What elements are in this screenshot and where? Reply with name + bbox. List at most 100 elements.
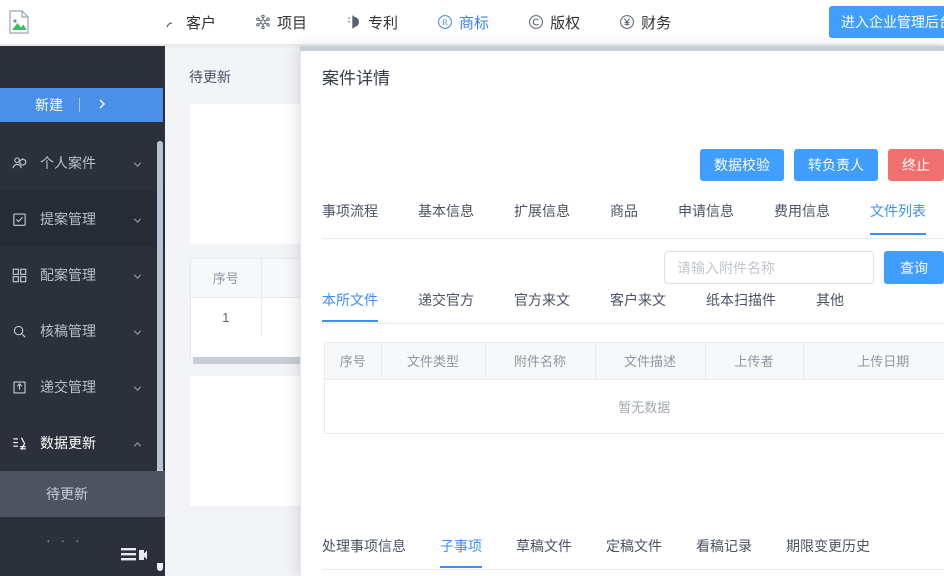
sidebar-item-label: 数据更新 (40, 435, 96, 451)
nav-item-finance[interactable]: 财务 (618, 12, 671, 33)
submit-icon (8, 378, 30, 396)
empty-data-text: 暂无数据 (618, 399, 671, 415)
video-playlist-icon[interactable] (121, 546, 147, 564)
filetab-submitted-official[interactable]: 递交官方 (418, 290, 474, 321)
tab-fee-info[interactable]: 费用信息 (774, 201, 830, 234)
modal-top-handle (300, 46, 944, 51)
column-header: 文件类型 (381, 343, 486, 380)
sidebar-item-label: 递交管理 (40, 379, 96, 395)
chevron-down-icon (132, 213, 143, 224)
sidebar-item-personal-case[interactable]: 个人案件 (0, 135, 165, 191)
modal-tab-bar: 事项流程 基本信息 扩展信息 商品 申请信息 费用信息 文件列表 (322, 201, 944, 239)
nav-item-label: 客户 (186, 14, 217, 32)
search-query-button[interactable]: 查询 (884, 251, 944, 284)
trademark-icon: R (436, 14, 453, 31)
new-button-separator (79, 98, 80, 112)
nav-item-trademark[interactable]: R 商标 (436, 12, 489, 33)
column-header: 序号 (325, 343, 382, 380)
new-button[interactable]: 新建 (0, 88, 163, 122)
sidebar: 新建 个人案件 提案管理 配案管理 核稿管理 递交管理 数据更新 待更新 · ·… (0, 46, 165, 576)
chevron-up-icon (132, 437, 143, 448)
chevron-right-icon (96, 98, 108, 112)
column-header: 上传日期 (803, 343, 944, 380)
enter-admin-console-button[interactable]: 进入企业管理后台 (829, 6, 944, 38)
sidebar-item-label: 配案管理 (40, 267, 96, 283)
new-button-label: 新建 (35, 97, 63, 113)
assign-case-icon (8, 266, 30, 284)
sidebar-subitem-pending-update[interactable]: 待更新 (0, 471, 165, 517)
table-cell: 1 (191, 297, 262, 337)
column-header: 附件名称 (485, 343, 596, 380)
proposal-icon (8, 210, 30, 228)
btab-sub-matters[interactable]: 子事项 (440, 536, 482, 568)
tab-application-info[interactable]: 申请信息 (678, 201, 734, 234)
transfer-owner-button[interactable]: 转负责人 (794, 149, 878, 181)
sidebar-subitem-label: · · · (46, 532, 83, 548)
sidebar-item-label: 个人案件 (40, 155, 96, 171)
background-page-title: 待更新 (189, 69, 231, 85)
modal-title: 案件详情 (322, 69, 390, 88)
nav-item-copyright[interactable]: 版权 (527, 12, 580, 33)
filetab-paper-scans[interactable]: 纸本扫描件 (706, 290, 776, 321)
sidebar-item-assign-case-management[interactable]: 配案管理 (0, 247, 165, 303)
nav-item-label: 财务 (641, 14, 672, 32)
data-update-icon (8, 434, 30, 452)
review-draft-icon (8, 322, 30, 340)
patent-icon (345, 14, 362, 31)
chevron-down-icon (132, 325, 143, 336)
sidebar-item-proposal-management[interactable]: 提案管理 (0, 191, 165, 247)
btab-process-matter-info[interactable]: 处理事项信息 (322, 536, 406, 567)
filetab-official-incoming[interactable]: 官方来文 (514, 290, 570, 321)
sidebar-item-data-update[interactable]: 数据更新 (0, 415, 165, 471)
column-header: 文件描述 (595, 343, 706, 380)
filetab-our-office-files[interactable]: 本所文件 (322, 290, 378, 322)
tab-goods[interactable]: 商品 (610, 201, 638, 234)
person-case-icon (8, 154, 30, 172)
filetab-other[interactable]: 其他 (816, 290, 844, 321)
top-navigation-bar: 客户 项目 专利 R 商标 版权 财务 进入企业管理后台 (0, 0, 944, 44)
terminate-button[interactable]: 终止 (888, 149, 944, 181)
svg-text:R: R (442, 18, 448, 27)
tab-extended-info[interactable]: 扩展信息 (514, 201, 570, 234)
nav-item-label: 项目 (277, 14, 308, 32)
btab-deadline-change-history[interactable]: 期限变更历史 (786, 536, 870, 567)
btab-final-files[interactable]: 定稿文件 (606, 536, 662, 567)
sidebar-scrollbar-thumb[interactable] (157, 141, 163, 471)
sidebar-item-label: 核稿管理 (40, 323, 96, 339)
tab-basic-info[interactable]: 基本信息 (418, 201, 474, 234)
table-header-row: 序号 文件类型 附件名称 文件描述 上传者 上传日期 (325, 343, 944, 380)
data-validation-button[interactable]: 数据校验 (700, 149, 784, 181)
nav-item-customer[interactable]: 客户 (163, 12, 216, 33)
sidebar-item-label: 提案管理 (40, 211, 96, 227)
nav-item-patent[interactable]: 专利 (345, 12, 398, 33)
sidebar-menu: 个人案件 提案管理 配案管理 核稿管理 递交管理 数据更新 待更新 · · · (0, 135, 165, 563)
tab-matter-process[interactable]: 事项流程 (322, 201, 378, 234)
column-header: 序号 (191, 259, 262, 298)
copyright-icon (527, 14, 544, 31)
project-icon (254, 14, 271, 31)
nav-item-project[interactable]: 项目 (254, 12, 307, 33)
tab-file-list[interactable]: 文件列表 (870, 201, 926, 235)
case-detail-modal: 案件详情 数据校验 转负责人 终止 事项流程 基本信息 扩展信息 商品 申请信息… (300, 46, 944, 576)
file-category-tab-bar: 本所文件 递交官方 官方来文 客户来文 纸本扫描件 其他 (322, 290, 944, 324)
attachment-name-search-input[interactable] (664, 251, 874, 284)
file-list-table-container: 序号 文件类型 附件名称 文件描述 上传者 上传日期 暂无数据 (324, 342, 944, 434)
app-root: 客户 项目 专利 R 商标 版权 财务 进入企业管理后台 新建 个人案件 提案管… (0, 0, 944, 576)
btab-review-records[interactable]: 看稿记录 (696, 536, 752, 567)
sidebar-item-review-management[interactable]: 核稿管理 (0, 303, 165, 359)
nav-item-label: 专利 (368, 14, 399, 32)
sidebar-item-submission-management[interactable]: 递交管理 (0, 359, 165, 415)
broken-image-icon (8, 10, 30, 34)
modal-left-edge (300, 51, 301, 576)
chevron-down-icon (132, 157, 143, 168)
filetab-client-incoming[interactable]: 客户来文 (610, 290, 666, 321)
modal-action-buttons: 数据校验 转负责人 终止 (700, 149, 944, 181)
sidebar-subitem-label: 待更新 (46, 486, 88, 502)
file-list-table: 序号 文件类型 附件名称 文件描述 上传者 上传日期 暂无数据 (325, 343, 944, 433)
top-nav-items: 客户 项目 专利 R 商标 版权 财务 (163, 0, 709, 44)
finance-yuan-icon (618, 14, 635, 31)
sub-matter-tab-bar: 处理事项信息 子事项 草稿文件 定稿文件 看稿记录 期限变更历史 (322, 536, 944, 570)
btab-draft-files[interactable]: 草稿文件 (516, 536, 572, 567)
file-search-row: 查询 (664, 251, 944, 284)
nav-item-label: 版权 (550, 14, 581, 32)
